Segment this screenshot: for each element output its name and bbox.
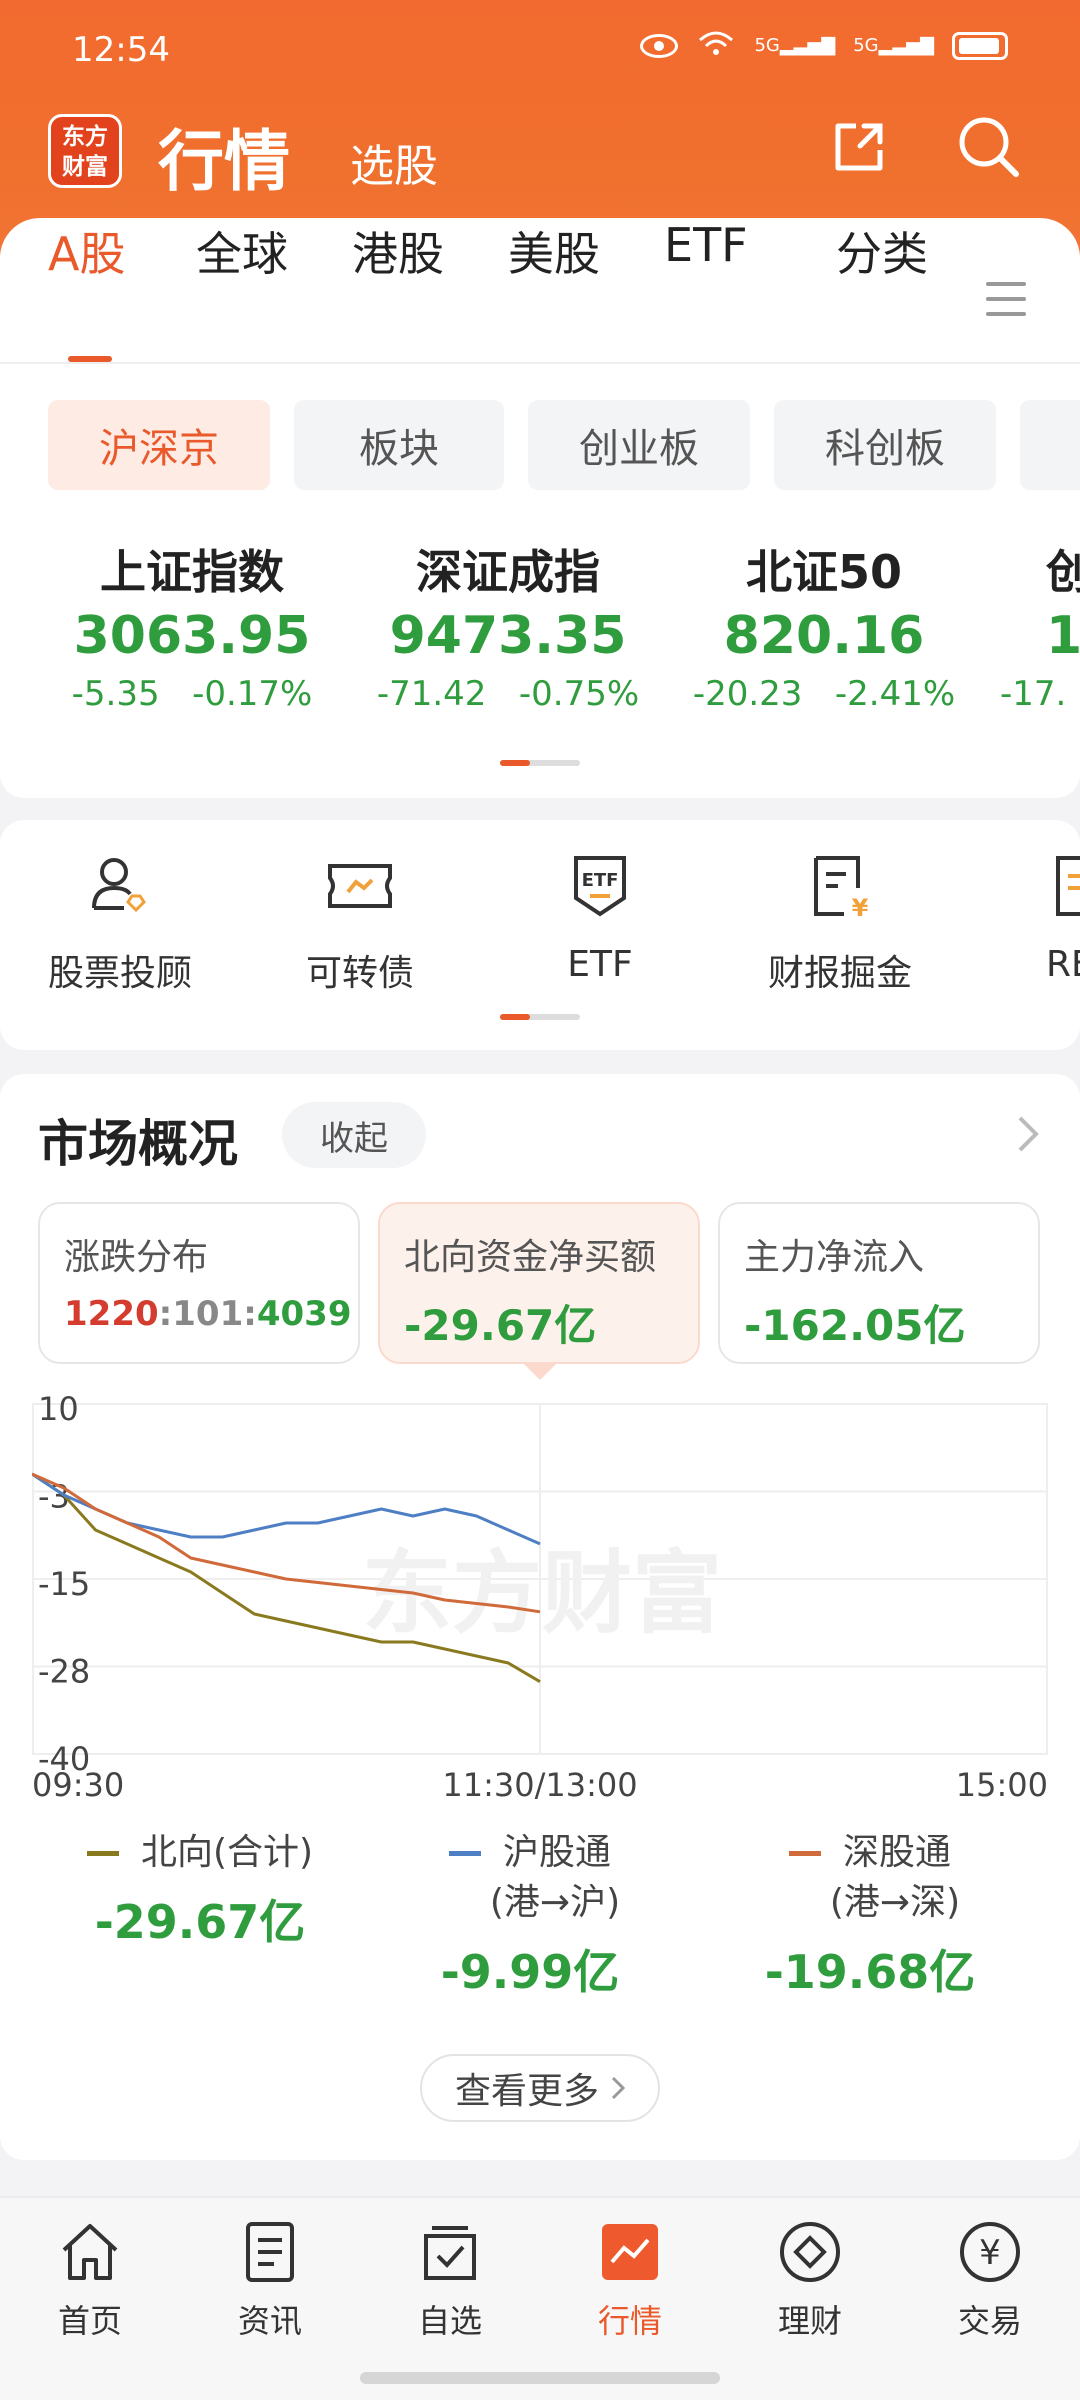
market-tabs-card: A股 全球 港股 美股 ETF 分类 沪深京 板块 创业板 科创板 上证指数 3… [0,218,1080,798]
x-axis-labels: 09:30 11:30/13:00 15:00 [32,1766,1048,1804]
tab-us-shares[interactable]: 美股 [508,218,600,284]
y-tick-label: -28 [38,1653,90,1691]
stat-main-net-inflow[interactable]: 主力净流入 -162.05亿 [718,1202,1040,1364]
status-time: 12:54 [72,30,170,70]
stock-picker-link[interactable]: 选股 [350,130,438,194]
tab-category[interactable]: 分类 [836,218,928,284]
finance-icon [780,2222,840,2282]
stat-northbound-net-buy[interactable]: 北向资金净买额 -29.67亿 [378,1202,700,1364]
app-logo: 东方 财富 [48,114,122,188]
feature-shortcuts: 股票投顾 可转债 ETF ETF ¥ 财报掘金 RE [0,820,1080,1050]
index-chinext-partial[interactable]: 创 18 -17. [1000,536,1080,714]
y-tick-label: 10 [38,1394,79,1428]
share-icon[interactable] [830,118,888,176]
feature-convertible-bonds[interactable]: 可转债 [260,850,460,996]
market-overview-card: 市场概况 收起 涨跌分布 1220:101:4039 北向资金净买额 -29.6… [0,1074,1080,2160]
nav-home[interactable]: 首页 [10,2218,170,2342]
x-tick-label: 09:30 [32,1766,124,1804]
feature-etf[interactable]: ETF ETF [500,850,700,985]
etf-icon: ETF [574,856,626,917]
index-szse[interactable]: 深证成指 9473.35 -71.42 -0.75% [368,536,648,714]
series-line-1 [32,1472,541,1546]
svg-text:ETF: ETF [582,870,619,891]
market-icon [602,2224,658,2280]
chip-more[interactable] [1020,400,1080,490]
home-icon [62,2224,118,2280]
legend-northbound-total[interactable]: 北向(合计) -29.67亿 [60,1828,340,1952]
search-icon[interactable] [956,114,1022,180]
trade-icon: ¥ [960,2222,1020,2282]
eye-icon [640,33,679,58]
tab-hk-shares[interactable]: 港股 [352,218,444,284]
nav-watchlist[interactable]: 自选 [370,2218,530,2342]
news-icon [246,2222,294,2282]
chevron-right-icon [611,2076,625,2100]
battery-icon [952,31,1008,60]
legend-shenzhen-connect[interactable]: 深股通 (港→深) -19.68亿 [720,1828,1020,2002]
collapse-button[interactable]: 收起 [282,1102,426,1168]
index-bse50[interactable]: 北证50 820.16 -20.23 -2.41% [684,536,964,714]
nav-trade[interactable]: ¥ 交易 [910,2218,1070,2342]
bottom-nav: 首页 资讯 自选 行情 理财 ¥ 交易 [0,2196,1080,2400]
x-tick-label: 11:30/13:00 [442,1766,637,1804]
legend-swatch [788,1850,821,1856]
menu-icon[interactable] [986,282,1026,327]
selected-stat-pointer [524,1364,556,1380]
x-tick-label: 15:00 [956,1766,1048,1804]
tab-etf[interactable]: ETF [664,218,748,272]
legend-swatch [448,1850,481,1856]
legend-swatch [86,1850,119,1856]
status-icons: 5G▂▃▅▇ 5G▂▃▅▇ [640,28,1008,63]
chevron-right-icon[interactable] [1016,1114,1040,1154]
chip-chinext[interactable]: 创业板 [528,400,750,490]
divider [0,362,1080,364]
nav-news[interactable]: 资讯 [190,2218,350,2342]
svg-text:¥: ¥ [979,2233,1001,2273]
feature-earnings-mining[interactable]: ¥ 财报掘金 [740,850,940,996]
page-title: 行情 [158,123,290,200]
ticket-icon [328,864,392,908]
tab-a-shares[interactable]: A股 [48,218,125,284]
report-icon: ¥ [814,856,869,922]
y-axis-labels: 10-3-15-28-40 [38,1394,90,1778]
northbound-flow-chart[interactable]: 东方财富 10-3-15-28-40 09:30 11:30/13:00 15:00 [32,1394,1048,1804]
index-pager [500,760,580,766]
watchlist-icon [424,2226,476,2280]
chip-star-market[interactable]: 科创板 [774,400,996,490]
chip-shanghai-shenzhen-beijing[interactable]: 沪深京 [48,400,270,490]
signal-icon-1: 5G▂▃▅▇ [754,34,836,56]
nav-finance[interactable]: 理财 [730,2218,890,2342]
chip-sectors[interactable]: 板块 [294,400,504,490]
y-tick-label: -15 [38,1565,90,1603]
svg-text:¥: ¥ [852,894,869,922]
index-sse[interactable]: 上证指数 3063.95 -5.35 -0.17% [52,536,332,714]
signal-icon-2: 5G▂▃▅▇ [853,34,934,56]
stat-advance-decline[interactable]: 涨跌分布 1220:101:4039 [38,1202,360,1364]
nav-market[interactable]: 行情 [550,2218,710,2342]
feature-stock-advisor[interactable]: 股票投顾 [20,850,220,996]
advisor-icon [92,858,146,913]
feature-reits-partial[interactable]: RE [980,850,1080,985]
market-overview-title: 市场概况 [38,1115,238,1173]
legend-shanghai-connect[interactable]: 沪股通 (港→沪) -9.99亿 [380,1828,680,2002]
feature-pager [500,1014,580,1020]
tab-global[interactable]: 全球 [196,218,288,284]
home-indicator [360,2372,720,2384]
wifi-icon [696,28,736,63]
doc-icon [1056,856,1080,916]
view-more-button[interactable]: 查看更多 [420,2054,660,2122]
